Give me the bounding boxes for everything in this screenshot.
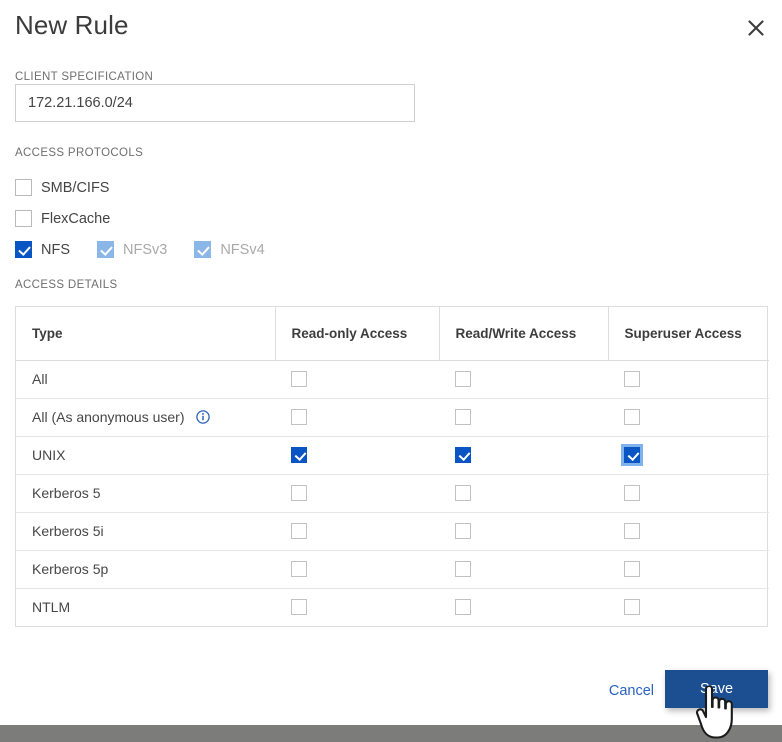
column-header-read-only: Read-only Access [275,307,439,360]
client-specification-input[interactable] [15,84,415,122]
checkbox-read-write[interactable] [455,371,471,387]
column-header-type: Type [16,307,275,360]
cell-read-write [439,360,608,398]
checkbox-read-write[interactable] [455,447,471,463]
access-details-label: ACCESS DETAILS [15,279,117,291]
checkbox-read-only[interactable] [291,447,307,463]
row-type-label: NTLM [32,599,70,615]
protocol-row-smbcifs[interactable]: SMB/CIFS [15,179,109,196]
checkbox-read-write[interactable] [455,561,471,577]
checkbox-nfsv4 [194,241,211,258]
table-header-row: Type Read-only Access Read/Write Access … [16,307,769,360]
cell-read-write [439,398,608,436]
cell-type: UNIX [16,436,275,474]
checkbox-nfsv3 [97,241,114,258]
cell-superuser [608,398,769,436]
table-header: Type Read-only Access Read/Write Access … [16,307,769,360]
save-button[interactable]: Save [665,670,768,708]
table-row: All (As anonymous user) [16,398,769,436]
checkbox-flexcache[interactable] [15,210,32,227]
cell-read-only [275,360,439,398]
info-icon[interactable] [196,410,210,424]
new-rule-dialog: New Rule CLIENT SPECIFICATION ACCESS PRO… [0,0,782,725]
checkbox-superuser[interactable] [624,447,640,463]
table-row: All [16,360,769,398]
cell-type: Kerberos 5p [16,550,275,588]
cancel-button[interactable]: Cancel [605,677,658,705]
cell-superuser [608,436,769,474]
cell-superuser [608,588,769,626]
protocol-label-nfs: NFS [41,242,70,258]
row-type-label: Kerberos 5p [32,561,108,577]
column-header-read-write: Read/Write Access [439,307,608,360]
table-row: Kerberos 5p [16,550,769,588]
cell-read-write [439,550,608,588]
table-body: All All (As anonymous user) UNIX Kerberos 5… [16,360,769,626]
dialog-header: New Rule [0,0,782,58]
checkbox-nfs[interactable] [15,241,32,258]
protocol-row-nfsv4: NFSv4 [194,241,264,258]
checkbox-read-write[interactable] [455,485,471,501]
cell-read-write [439,436,608,474]
cell-superuser [608,512,769,550]
row-type-label: All [32,371,48,387]
cell-type: Kerberos 5i [16,512,275,550]
checkbox-superuser[interactable] [624,599,640,615]
cell-read-write [439,474,608,512]
checkbox-superuser[interactable] [624,561,640,577]
protocol-label-nfsv3: NFSv3 [123,242,167,258]
row-type-label: All (As anonymous user) [32,409,185,425]
cell-read-only [275,474,439,512]
checkbox-superuser[interactable] [624,371,640,387]
protocol-row-flexcache[interactable]: FlexCache [15,210,110,227]
row-type-label: Kerberos 5 [32,485,100,501]
row-type-label: Kerberos 5i [32,523,104,539]
table-row: Kerberos 5i [16,512,769,550]
access-details-table: Type Read-only Access Read/Write Access … [15,306,768,627]
cell-type: NTLM [16,588,275,626]
protocol-label-nfsv4: NFSv4 [220,242,264,258]
checkbox-read-only[interactable] [291,409,307,425]
close-icon[interactable] [742,14,770,42]
checkbox-read-only[interactable] [291,523,307,539]
cell-superuser [608,360,769,398]
cell-read-only [275,588,439,626]
column-header-superuser: Superuser Access [608,307,769,360]
bottom-strip [0,725,782,742]
cell-superuser [608,474,769,512]
cell-type: All [16,360,275,398]
cell-read-only [275,398,439,436]
checkbox-read-only[interactable] [291,599,307,615]
cell-read-only [275,436,439,474]
checkbox-smbcifs[interactable] [15,179,32,196]
protocol-label-flexcache: FlexCache [41,211,110,227]
protocol-label-smbcifs: SMB/CIFS [41,180,109,196]
checkbox-read-write[interactable] [455,599,471,615]
row-type-label: UNIX [32,447,65,463]
access-protocols-label: ACCESS PROTOCOLS [15,147,143,159]
cell-read-write [439,588,608,626]
table-row: UNIX [16,436,769,474]
checkbox-read-write[interactable] [455,523,471,539]
checkbox-read-write[interactable] [455,409,471,425]
cell-read-only [275,512,439,550]
checkbox-read-only[interactable] [291,485,307,501]
table-row: Kerberos 5 [16,474,769,512]
dialog-footer: Cancel Save [0,666,782,716]
checkbox-read-only[interactable] [291,561,307,577]
cell-superuser [608,550,769,588]
checkbox-superuser[interactable] [624,523,640,539]
cell-type: All (As anonymous user) [16,398,275,436]
cell-read-write [439,512,608,550]
client-specification-label: CLIENT SPECIFICATION [15,71,153,83]
checkbox-superuser[interactable] [624,409,640,425]
checkbox-read-only[interactable] [291,371,307,387]
cell-type: Kerberos 5 [16,474,275,512]
page-title: New Rule [15,8,129,42]
checkbox-superuser[interactable] [624,485,640,501]
table-row: NTLM [16,588,769,626]
protocol-row-nfsv3: NFSv3 [97,241,167,258]
protocol-row-nfs[interactable]: NFS NFSv3 NFSv4 [15,241,265,258]
cell-read-only [275,550,439,588]
